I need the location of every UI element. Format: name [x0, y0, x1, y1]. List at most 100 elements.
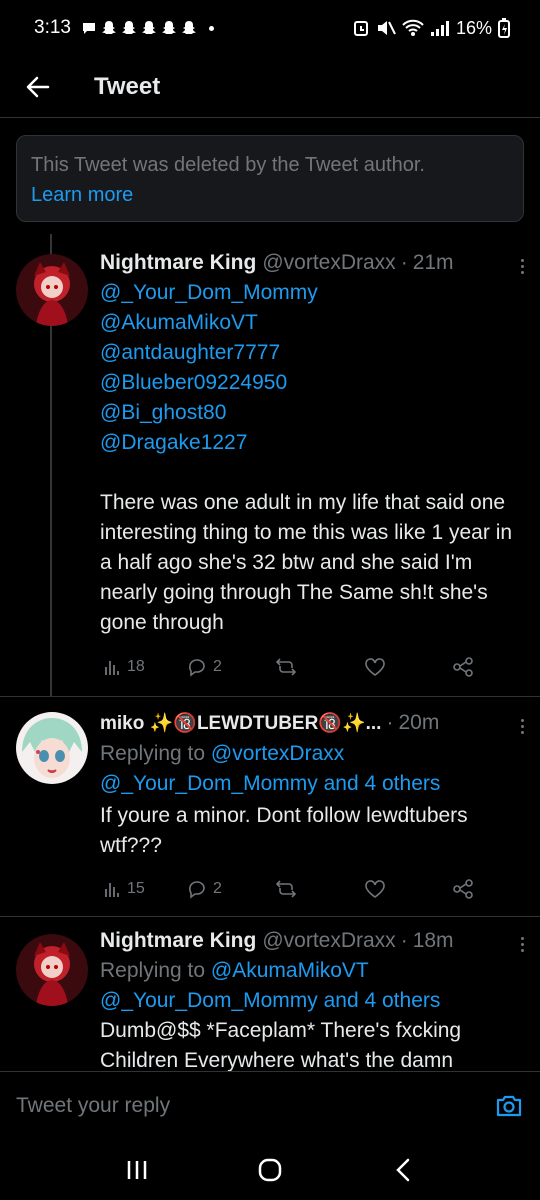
deleted-tweet-notice: This Tweet was deleted by the Tweet auth… — [16, 135, 524, 222]
divider — [0, 696, 540, 697]
divider — [0, 916, 540, 917]
username[interactable]: @vortexDraxx — [262, 926, 395, 956]
chevron-left-icon — [396, 1158, 410, 1181]
avatar[interactable] — [16, 712, 88, 784]
arrow-left-icon — [26, 76, 50, 97]
replying-to-line: Replying to @vortexDraxx — [100, 739, 525, 769]
avatar-image — [16, 254, 88, 326]
tweet-text: If youre a minor. Dont follow lewdtubers… — [100, 804, 468, 857]
retweet-button[interactable] — [275, 879, 297, 899]
recent-apps-button[interactable] — [112, 1150, 162, 1190]
reply-button[interactable]: 2 — [187, 657, 222, 677]
more-options-button[interactable] — [510, 254, 534, 278]
replying-to-link[interactable]: @AkumaMikoVT — [211, 959, 369, 982]
replying-others-link[interactable]: @_Your_Dom_Mommy and 4 others — [100, 769, 525, 799]
views-button[interactable]: 15 — [103, 880, 145, 898]
mention-link[interactable]: @antdaughter7777 — [100, 338, 525, 368]
heart-icon — [365, 880, 385, 898]
tweet-text: There was one adult in my life that said… — [100, 491, 513, 634]
avatar-image — [16, 934, 88, 1006]
battery-percent: 16% — [455, 17, 492, 38]
status-bar: 3:13 16% — [0, 0, 540, 56]
share-icon — [453, 879, 473, 899]
reply-button[interactable]: 2 — [187, 879, 222, 899]
wifi-icon — [402, 19, 424, 36]
reply-count: 2 — [213, 658, 222, 675]
display-name[interactable]: Nightmare King — [100, 248, 256, 278]
tweet-content: Nightmare King @vortexDraxx · 21m @_Your… — [100, 248, 525, 638]
tweet[interactable]: Nightmare King @vortexDraxx · 21m @_Your… — [0, 248, 540, 688]
recents-icon — [127, 1160, 146, 1179]
display-name[interactable]: Nightmare King — [100, 926, 256, 956]
retweet-icon — [275, 880, 297, 898]
share-button[interactable] — [452, 878, 474, 900]
home-button[interactable] — [245, 1150, 295, 1190]
snapchat-icon — [181, 21, 196, 34]
back-button[interactable] — [8, 61, 68, 113]
camera-button[interactable] — [494, 1091, 524, 1121]
tweet-header: miko ✨🔞LEWDTUBER🔞✨... · 20m — [100, 708, 525, 739]
replying-others-link[interactable]: @_Your_Dom_Mommy and 4 others — [100, 986, 525, 1016]
mention-link[interactable]: @Bi_ghost80 — [100, 398, 525, 428]
avatar[interactable] — [16, 934, 88, 1006]
analytics-icon — [105, 883, 119, 897]
page-title: Tweet — [94, 72, 161, 100]
snapchat-icon — [161, 21, 176, 34]
tweet[interactable]: Nightmare King @vortexDraxx · 18m Replyi… — [0, 926, 540, 1071]
replying-to-label: Replying to — [100, 959, 211, 982]
system-nav-bar — [0, 1139, 540, 1200]
snapchat-icon — [101, 21, 116, 34]
tweet-content: Nightmare King @vortexDraxx · 18m Replyi… — [100, 926, 525, 1071]
like-button[interactable] — [364, 657, 386, 677]
avatar-image — [16, 712, 88, 784]
mute-icon — [377, 21, 396, 35]
separator: · — [400, 251, 408, 274]
deleted-notice-text: This Tweet was deleted by the Tweet auth… — [31, 154, 425, 176]
separator: · — [400, 929, 408, 952]
reply-composer: Tweet your reply — [0, 1071, 540, 1139]
alarm-icon — [353, 21, 368, 36]
more-options-button[interactable] — [510, 932, 534, 956]
separator: · — [386, 711, 394, 734]
mention-link[interactable]: @Dragake1227 — [100, 428, 525, 458]
reply-input[interactable]: Tweet your reply — [16, 1094, 494, 1118]
timestamp[interactable]: 21m — [413, 248, 454, 278]
status-right: 16% — [352, 18, 510, 39]
more-options-button[interactable] — [510, 714, 534, 738]
views-button[interactable]: 18 — [103, 658, 145, 676]
tweet-content: miko ✨🔞LEWDTUBER🔞✨... · 20m Replying to … — [100, 708, 525, 861]
notification-icons — [81, 20, 214, 36]
battery-charging-icon — [498, 18, 510, 38]
timestamp[interactable]: 18m — [413, 926, 454, 956]
tweet[interactable]: miko ✨🔞LEWDTUBER🔞✨... · 20m Replying to … — [0, 708, 540, 908]
reply-icon — [189, 659, 205, 677]
username[interactable]: @vortexDraxx — [262, 248, 395, 278]
replying-to-label: Replying to — [100, 742, 211, 765]
mention-link[interactable]: @_Your_Dom_Mommy — [100, 278, 525, 308]
camera-icon — [496, 1095, 522, 1116]
retweet-button[interactable] — [275, 657, 297, 677]
views-count: 15 — [127, 880, 145, 897]
reply-count: 2 — [213, 880, 222, 897]
snapchat-icon — [121, 21, 136, 34]
analytics-icon — [105, 661, 119, 675]
back-nav-button[interactable] — [378, 1150, 428, 1190]
more-notifications-dot — [208, 25, 214, 31]
tweet-header: Nightmare King @vortexDraxx · 18m — [100, 926, 525, 956]
mention-link[interactable]: @Blueber09224950 — [100, 368, 525, 398]
views-count: 18 — [127, 658, 145, 675]
timestamp[interactable]: 20m — [398, 708, 439, 738]
reply-icon — [189, 881, 205, 899]
avatar[interactable] — [16, 254, 88, 326]
tweet-actions: 18 2 — [100, 652, 500, 682]
home-icon — [258, 1158, 282, 1181]
message-icon — [82, 23, 95, 34]
mention-link[interactable]: @AkumaMikoVT — [100, 308, 525, 338]
share-button[interactable] — [452, 656, 474, 678]
replying-to-link[interactable]: @vortexDraxx — [211, 742, 344, 765]
snapchat-icon — [141, 21, 156, 34]
learn-more-link[interactable]: Learn more — [31, 180, 509, 210]
top-app-bar: Tweet — [0, 56, 540, 118]
like-button[interactable] — [364, 879, 386, 899]
display-name[interactable]: miko ✨🔞LEWDTUBER🔞✨... — [100, 709, 381, 739]
